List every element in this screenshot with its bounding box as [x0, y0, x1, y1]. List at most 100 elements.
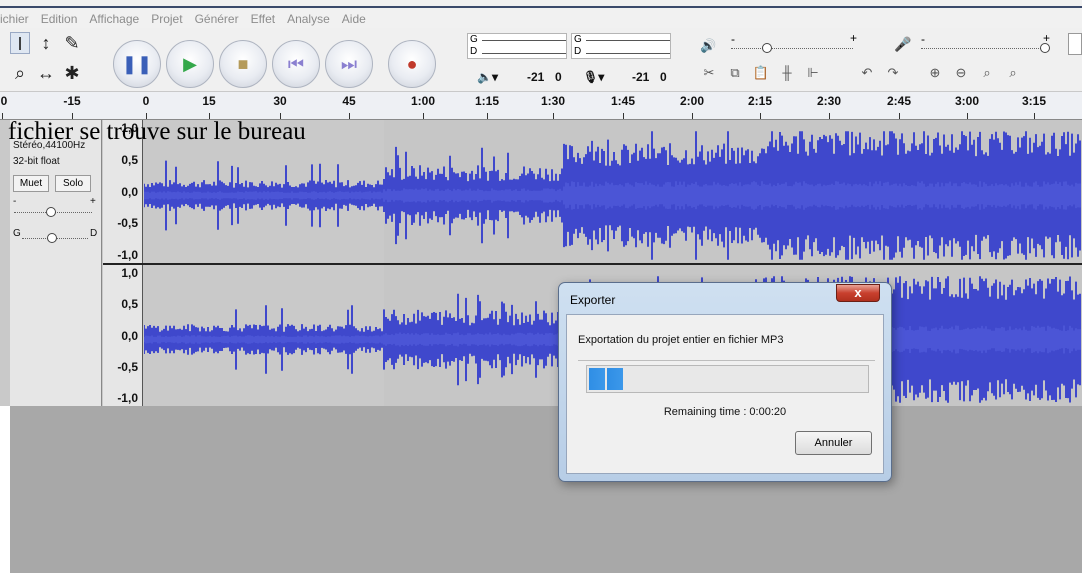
paste-icon[interactable]: 📋 — [750, 62, 772, 84]
speaker-icon[interactable]: 🔈▾ — [477, 70, 498, 84]
ruler-tick-mark — [2, 113, 3, 119]
gain-plus: + — [90, 196, 96, 207]
meter-left-label: G — [574, 34, 582, 45]
ruler-tick-mark — [829, 113, 830, 119]
timeline-ruler[interactable]: 0 -15 0 15 30 45 1:00 1:15 1:30 1:45 2:00 2:15 2:30 2… — [0, 92, 1082, 120]
record-meter-value: -21 — [632, 70, 650, 84]
stop-button[interactable]: ■ — [219, 40, 267, 88]
redo-icon[interactable]: ↷ — [882, 62, 904, 84]
close-button[interactable]: x — [836, 284, 880, 302]
output-volume-icon: 🔊 — [700, 38, 717, 53]
menu-edition[interactable]: Edition — [41, 12, 78, 26]
gain-minus: - — [13, 196, 17, 207]
ruler-tick-label: 1:00 — [410, 94, 436, 108]
ruler-tick-label: 0 — [142, 94, 150, 108]
pan-right-label: D — [90, 228, 98, 239]
track-control-panel: Stéréo,44100Hz 32-bit float Muet Solo - … — [10, 120, 102, 406]
ruler-tick-mark — [967, 113, 968, 119]
pan-left-label: G — [13, 228, 21, 239]
export-dialog: Exporter x Exportation du projet entier … — [558, 282, 892, 482]
output-volume-thumb[interactable] — [762, 43, 772, 53]
envelope-tool-icon[interactable]: ↕ — [36, 32, 56, 54]
meter-bar-right — [482, 53, 566, 54]
menu-bar: ichier Edition Affichage Projet Générer … — [0, 0, 1082, 28]
trim-icon[interactable]: ╫ — [776, 62, 798, 84]
play-icon: ▶ — [183, 53, 197, 74]
menu-fichier[interactable]: ichier — [0, 12, 29, 26]
dialog-body: Exportation du projet entier en fichier … — [566, 314, 884, 474]
dialog-title: Exporter — [570, 293, 616, 307]
pan-thumb[interactable] — [47, 233, 57, 243]
silence-icon[interactable]: ⊩ — [802, 62, 824, 84]
record-meter[interactable]: G D — [571, 33, 671, 59]
record-meter-zero: 0 — [660, 70, 667, 84]
zoom-out-icon[interactable]: ⊖ — [950, 62, 972, 84]
toolbar: I ↕ ✎ ⌕ ↔ ✱ ❚❚ ▶ ■ ⏮ ⏭ ● G D G D 🔈▾ -21 0 🎙▾ … — [0, 28, 1082, 92]
input-volume-plus: + — [1043, 31, 1051, 45]
meter-right-label: D — [470, 46, 478, 57]
export-progress-bar — [586, 365, 869, 393]
amplitude-label: 0,0 — [121, 328, 138, 343]
zoom-in-icon[interactable]: ⊕ — [924, 62, 946, 84]
skip-start-button[interactable]: ⏮ — [272, 40, 320, 88]
cut-icon[interactable]: ✂ — [698, 62, 720, 84]
gain-thumb[interactable] — [46, 207, 56, 217]
meter-left-label: G — [470, 34, 478, 45]
meter-toolbar-edge — [1068, 33, 1082, 55]
mute-button[interactable]: Muet — [13, 175, 49, 192]
fit-project-icon[interactable]: ⌕ — [1002, 62, 1024, 84]
skip-end-button[interactable]: ⏭ — [325, 40, 373, 88]
record-button[interactable]: ● — [388, 40, 436, 88]
menu-analyse[interactable]: Analyse — [287, 12, 330, 26]
track-area: Stéréo,44100Hz 32-bit float Muet Solo - … — [0, 120, 1082, 406]
zoom-tool-icon[interactable]: ⌕ — [10, 62, 30, 84]
input-volume-slider[interactable] — [921, 48, 1043, 49]
output-volume-slider[interactable] — [731, 48, 853, 49]
ruler-tick-label: 2:45 — [886, 94, 912, 108]
track-bitdepth: 32-bit float — [13, 156, 60, 167]
output-volume-minus: - — [731, 32, 735, 46]
timeshift-tool-icon[interactable]: ↔ — [36, 62, 56, 84]
export-progress-fill — [589, 368, 625, 390]
ruler-tick-mark — [553, 113, 554, 119]
menu-generer[interactable]: Générer — [195, 12, 239, 26]
draw-tool-icon[interactable]: ✎ — [62, 32, 82, 54]
skip-end-icon: ⏭ — [340, 53, 358, 74]
menu-affichage[interactable]: Affichage — [89, 12, 139, 26]
menu-effet[interactable]: Effet — [251, 12, 275, 26]
close-icon: x — [854, 285, 862, 300]
meter-bar-right — [586, 53, 670, 54]
microphone-icon[interactable]: 🎙▾ — [583, 70, 604, 84]
amplitude-label: -1,0 — [117, 391, 138, 405]
window-top-border — [0, 6, 1082, 8]
output-volume-plus: + — [850, 31, 858, 45]
solo-button[interactable]: Solo — [55, 175, 91, 192]
selection-tool-icon[interactable]: I — [10, 32, 30, 54]
empty-project-area[interactable] — [10, 406, 1082, 573]
copy-icon[interactable]: ⧉ — [724, 62, 746, 84]
ruler-tick-label: 15 — [202, 94, 216, 108]
ruler-tick-label: 2:00 — [679, 94, 705, 108]
play-button[interactable]: ▶ — [166, 40, 214, 88]
pause-button[interactable]: ❚❚ — [113, 40, 161, 88]
record-icon: ● — [406, 53, 418, 74]
ruler-tick-label: 2:15 — [747, 94, 773, 108]
fit-selection-icon[interactable]: ⌕ — [976, 62, 998, 84]
ruler-tick-label: 1:45 — [610, 94, 636, 108]
ruler-tick-label: 1:15 — [474, 94, 500, 108]
playback-meter[interactable]: G D — [467, 33, 567, 59]
menu-projet[interactable]: Projet — [151, 12, 182, 26]
ruler-tick-label: -15 — [63, 94, 81, 108]
meter-right-label: D — [574, 46, 582, 57]
ruler-tick-label: 30 — [273, 94, 287, 108]
menu-aide[interactable]: Aide — [342, 12, 366, 26]
ruler-tick-mark — [349, 113, 350, 119]
cancel-button[interactable]: Annuler — [795, 431, 872, 455]
remaining-time: Remaining time : 0:00:20 — [663, 406, 787, 418]
menu-items: ichier Edition Affichage Projet Générer … — [0, 12, 366, 26]
skip-start-icon: ⏮ — [287, 53, 305, 74]
amplitude-label: 0,5 — [121, 152, 138, 167]
undo-icon[interactable]: ↶ — [856, 62, 878, 84]
multi-tool-icon[interactable]: ✱ — [62, 62, 82, 84]
meter-bar-left — [482, 40, 566, 41]
